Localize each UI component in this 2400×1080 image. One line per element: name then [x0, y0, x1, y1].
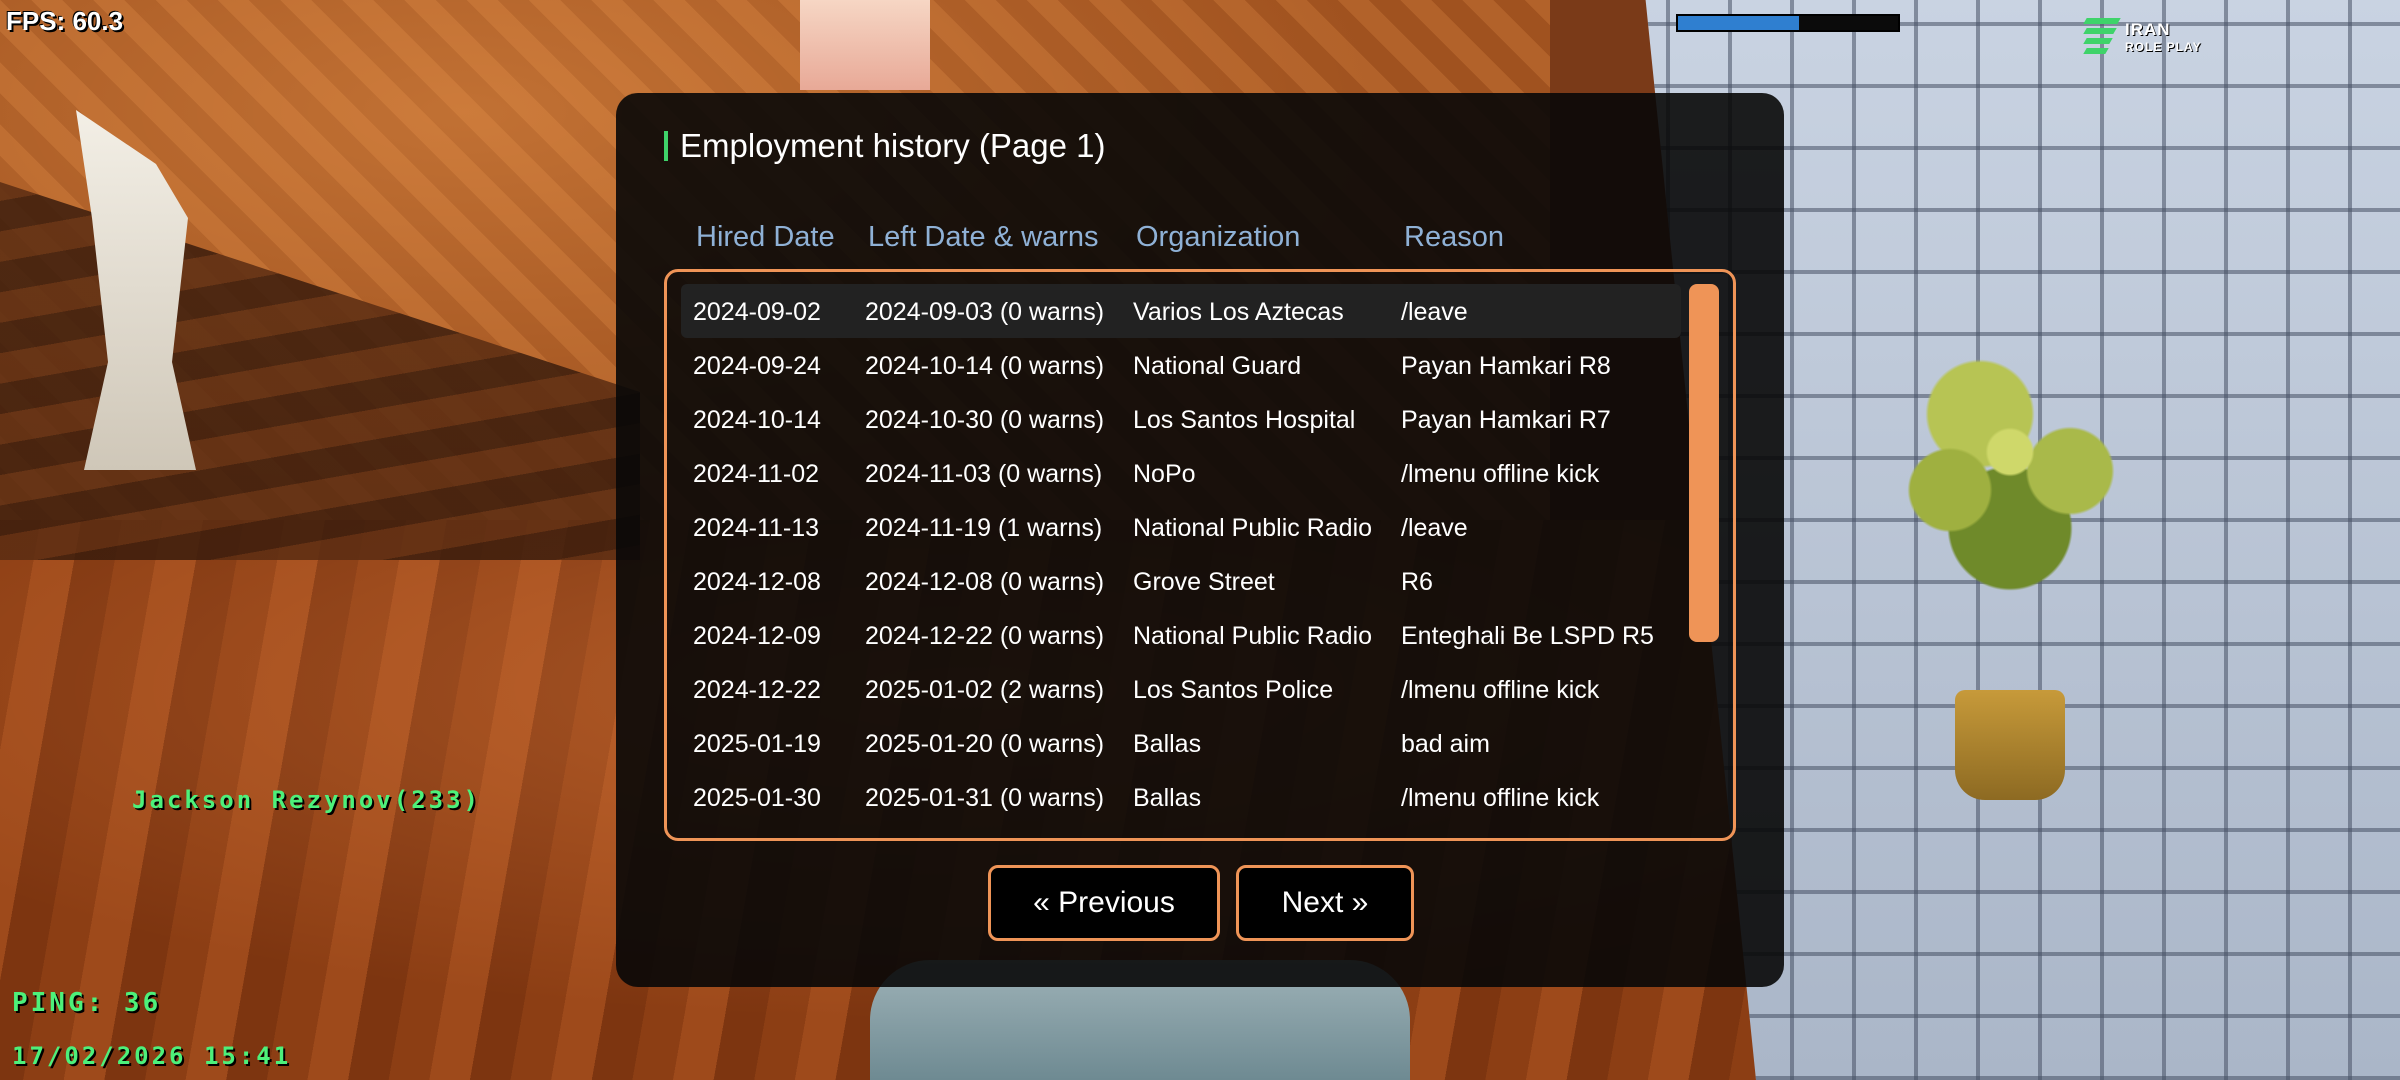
previous-page-button[interactable]: « Previous — [988, 865, 1220, 941]
table-header: Hired Date Left Date & warns Organizatio… — [696, 221, 1696, 261]
cell-left-date: 2024-10-30 (0 warns) — [865, 406, 1105, 434]
employment-history-dialog: Employment history (Page 1) Hired Date L… — [616, 93, 1784, 987]
cell-organization: NoPo — [1133, 460, 1196, 488]
cell-reason: /leave — [1401, 298, 1468, 326]
cell-left-date: 2024-11-19 (1 warns) — [865, 514, 1103, 542]
cell-organization: Grove Street — [1133, 568, 1275, 596]
datetime-display: 17/02/2026 15:41 — [12, 1042, 292, 1070]
cell-reason: /leave — [1401, 514, 1468, 542]
table-row[interactable]: 2024-11-13 2024-11-19 (1 warns) National P… — [681, 500, 1681, 554]
table-row[interactable]: 2024-12-22 2025-01-02 (2 warns) Los Santos… — [681, 662, 1681, 716]
fps-counter: FPS: 60.3 — [6, 6, 124, 36]
next-page-button[interactable]: Next » — [1236, 865, 1414, 941]
logo-text-line1: IRAN — [2125, 20, 2171, 39]
cell-reason: R6 — [1401, 568, 1433, 596]
column-header-organization: Organization — [1136, 221, 1301, 253]
cell-reason: Payan Hamkari R8 — [1401, 352, 1611, 380]
column-header-reason: Reason — [1404, 221, 1504, 253]
column-header-hired-date: Hired Date — [696, 221, 835, 253]
cell-left-date: 2025-01-02 (2 warns) — [865, 676, 1105, 704]
cell-left-date: 2024-12-22 (0 warns) — [865, 622, 1105, 650]
table-row[interactable]: 2024-11-02 2024-11-03 (0 warns) NoPo/lmenu… — [681, 446, 1681, 500]
history-table[interactable]: 2024-09-02 2024-09-03 (0 warns) Varios Los… — [664, 269, 1736, 841]
table-row[interactable]: 2024-12-09 2024-12-22 (0 warns) National P… — [681, 608, 1681, 662]
cell-hired-date: 2024-09-24 — [693, 352, 821, 380]
cell-reason: /lmenu offline kick — [1401, 784, 1600, 812]
table-row[interactable]: 2024-12-08 2024-12-08 (0 warns) Grove Stre… — [681, 554, 1681, 608]
health-bar-fill — [1678, 16, 1799, 30]
player-nametag: Jackson Rezynov(233) — [132, 786, 481, 814]
cell-organization: National Public Radio — [1133, 622, 1373, 650]
scene-ceiling-light — [800, 0, 930, 90]
history-rows: 2024-09-02 2024-09-03 (0 warns) Varios Los… — [681, 284, 1681, 824]
cell-hired-date: 2024-12-09 — [693, 622, 821, 650]
cell-hired-date: 2024-11-02 — [693, 460, 820, 488]
cell-hired-date: 2025-01-30 — [693, 784, 821, 812]
cell-hired-date: 2024-09-02 — [693, 298, 821, 326]
ping-display: PING: 36 — [12, 988, 162, 1018]
server-logo: IRAN ROLE PLAY — [2083, 16, 2225, 60]
cell-hired-date: 2024-12-22 — [693, 676, 821, 704]
cell-organization: Ballas — [1133, 730, 1202, 758]
table-row[interactable]: 2024-09-02 2024-09-03 (0 warns) Varios Los… — [681, 284, 1681, 338]
cell-hired-date: 2024-12-08 — [693, 568, 821, 596]
column-header-left-date: Left Date & warns — [868, 221, 1099, 253]
title-accent-bar — [664, 131, 668, 161]
cell-reason: /lmenu offline kick — [1401, 460, 1600, 488]
cell-left-date: 2024-10-14 (0 warns) — [865, 352, 1105, 380]
plant-pot — [1955, 690, 2065, 800]
dialog-title-text: Employment history (Page 1) — [680, 127, 1106, 164]
cell-reason: bad aim — [1401, 730, 1490, 758]
cell-hired-date: 2024-11-13 — [693, 514, 820, 542]
health-bar — [1676, 14, 1900, 32]
cell-organization: Ballas — [1133, 784, 1202, 812]
plant-leaves — [1860, 300, 2160, 680]
table-row[interactable]: 2024-09-24 2024-10-14 (0 warns) National G… — [681, 338, 1681, 392]
cell-organization: National Public Radio — [1133, 514, 1373, 542]
cell-reason: Enteghali Be LSPD R5 — [1401, 622, 1654, 650]
table-row[interactable]: 2025-01-19 2025-01-20 (0 warns) Ballas bad … — [681, 716, 1681, 770]
logo-text-line2: ROLE PLAY — [2125, 40, 2202, 54]
cell-reason: /lmenu offline kick — [1401, 676, 1600, 704]
cell-left-date: 2024-11-03 (0 warns) — [865, 460, 1103, 488]
cell-organization: Los Santos Hospital — [1133, 406, 1356, 434]
table-row[interactable]: 2024-10-14 2024-10-30 (0 warns) Los Santos… — [681, 392, 1681, 446]
table-row[interactable]: 2025-01-30 2025-01-31 (0 warns) Ballas/lme… — [681, 770, 1681, 824]
cell-hired-date: 2025-01-19 — [693, 730, 821, 758]
cell-left-date: 2024-12-08 (0 warns) — [865, 568, 1105, 596]
table-scrollbar[interactable] — [1689, 284, 1719, 642]
cell-left-date: 2025-01-31 (0 warns) — [865, 784, 1105, 812]
cell-hired-date: 2024-10-14 — [693, 406, 821, 434]
cell-reason: Payan Hamkari R7 — [1401, 406, 1611, 434]
scene-plant — [1860, 300, 2160, 800]
dialog-title: Employment history (Page 1) — [664, 127, 1106, 165]
cell-left-date: 2025-01-20 (0 warns) — [865, 730, 1105, 758]
cell-organization: Los Santos Police — [1133, 676, 1334, 704]
cell-organization: National Guard — [1133, 352, 1302, 380]
cell-left-date: 2024-09-03 (0 warns) — [865, 298, 1105, 326]
cell-organization: Varios Los Aztecas — [1133, 298, 1344, 326]
